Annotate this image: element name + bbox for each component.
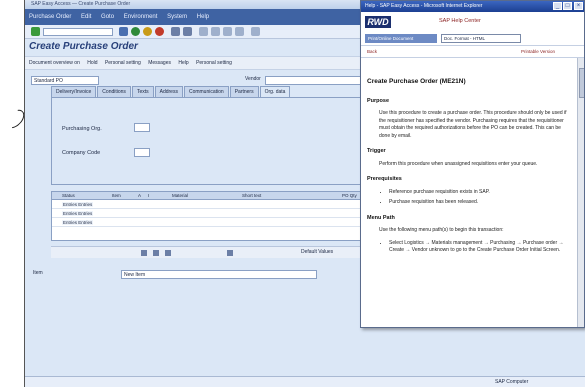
menu-system[interactable]: System bbox=[167, 14, 187, 20]
po-type-select[interactable]: Standard PO bbox=[31, 76, 99, 85]
select-all-icon[interactable] bbox=[141, 250, 147, 256]
vendor-label: Vendor bbox=[245, 76, 261, 82]
purpose-text: Use this procedure to create a purchase … bbox=[379, 110, 567, 139]
delete-icon[interactable] bbox=[165, 250, 171, 256]
tab-communication[interactable]: Communication bbox=[183, 86, 229, 97]
menu-path-text: Use the following menu path(s) to begin … bbox=[379, 227, 504, 233]
help-header: RWD SAP Help Center Print/Online Documen… bbox=[361, 12, 584, 46]
menu-edit[interactable]: Edit bbox=[81, 14, 91, 20]
find-icon[interactable] bbox=[183, 27, 192, 36]
tab-delivery-invoice[interactable]: Delivery/Invoice bbox=[51, 86, 97, 97]
close-icon[interactable]: × bbox=[574, 2, 583, 10]
copy-icon[interactable] bbox=[153, 250, 159, 256]
trigger-heading: Trigger bbox=[367, 148, 386, 154]
doc-format-select[interactable]: Doc. Format - HTML bbox=[441, 34, 521, 43]
purch-org-input[interactable] bbox=[134, 123, 150, 132]
personal-setting-button[interactable]: Personal setting bbox=[105, 60, 141, 66]
help-scrollbar[interactable] bbox=[577, 58, 584, 327]
tab-conditions[interactable]: Conditions bbox=[97, 86, 131, 97]
grid-toolbar: Default Values bbox=[51, 246, 368, 258]
save-icon[interactable] bbox=[119, 27, 128, 36]
menu-goto[interactable]: Goto bbox=[101, 14, 114, 20]
help-heading: Create Purchase Order (ME21N) bbox=[367, 78, 466, 85]
vendor-input[interactable] bbox=[265, 76, 375, 85]
help-titlebar: Help - SAP Easy Access - Microsoft Inter… bbox=[361, 1, 584, 12]
grid-header: Status Item A I Material Short text PO Q… bbox=[52, 192, 369, 200]
company-code-input[interactable] bbox=[134, 148, 150, 157]
table-row[interactable]: Entries Entries bbox=[52, 210, 369, 218]
filter-icon[interactable] bbox=[227, 250, 233, 256]
help-button[interactable]: Help bbox=[178, 60, 188, 66]
cancel-icon[interactable] bbox=[155, 27, 164, 36]
col-material[interactable]: Material bbox=[172, 193, 188, 198]
back-link[interactable]: Back bbox=[367, 46, 377, 57]
col-status[interactable]: Status bbox=[62, 193, 75, 198]
col-i[interactable]: I bbox=[148, 193, 149, 198]
personal-setting-button-2[interactable]: Personal setting bbox=[196, 60, 232, 66]
menu-help[interactable]: Help bbox=[197, 14, 209, 20]
back-icon[interactable] bbox=[131, 27, 140, 36]
tab-address[interactable]: Address bbox=[154, 86, 183, 97]
command-field[interactable] bbox=[43, 28, 113, 36]
status-system: SAP Computer bbox=[495, 379, 529, 385]
help-centre-title: SAP Help Center bbox=[439, 18, 481, 24]
col-a[interactable]: A bbox=[138, 193, 141, 198]
col-po-qty[interactable]: PO Qty bbox=[342, 193, 357, 198]
col-item[interactable]: Item bbox=[112, 193, 121, 198]
tab-org-data[interactable]: Org. data bbox=[259, 86, 291, 97]
org-data-panel: Purchasing Org. Company Code bbox=[51, 97, 368, 185]
help-content: Create Purchase Order (ME21N) Purpose Us… bbox=[361, 58, 577, 327]
col-short-text[interactable]: Short text bbox=[242, 193, 261, 198]
header-tabs: Delivery/Invoice Conditions Texts Address Co… bbox=[51, 86, 291, 97]
print-online-tab[interactable]: Print/Online Document bbox=[365, 34, 437, 43]
maximize-icon[interactable]: □ bbox=[563, 2, 572, 10]
item-overview-grid: Status Item A I Material Short text PO Q… bbox=[51, 191, 369, 241]
trigger-text: Perform this procedure when unassigned r… bbox=[379, 160, 538, 167]
prerequisites-heading: Prerequisites bbox=[367, 176, 402, 182]
statusbar: SAP Computer bbox=[25, 376, 585, 387]
help-window: Help - SAP Easy Access - Microsoft Inter… bbox=[360, 0, 585, 328]
menu-environment[interactable]: Environment bbox=[124, 14, 158, 20]
page-title: Create Purchase Order bbox=[29, 41, 138, 52]
menu-purchase-order[interactable]: Purchase Order bbox=[29, 14, 71, 20]
prerequisite-item: Purchase requisition has been released. bbox=[389, 199, 571, 207]
row-status: Entries Entries bbox=[62, 202, 94, 207]
rwd-logo: RWD bbox=[365, 16, 391, 28]
table-row[interactable]: Entries Entries bbox=[52, 219, 369, 227]
tab-texts[interactable]: Texts bbox=[131, 86, 154, 97]
messages-button[interactable]: Messages bbox=[148, 60, 171, 66]
menu-path-item: Select Logistics → Materials management … bbox=[389, 240, 571, 255]
company-code-label: Company Code bbox=[62, 150, 101, 156]
tab-partners[interactable]: Partners bbox=[229, 86, 259, 97]
next-page-icon[interactable] bbox=[223, 27, 232, 36]
default-values-button[interactable]: Default Values bbox=[301, 247, 333, 258]
purpose-heading: Purpose bbox=[367, 97, 390, 104]
table-row[interactable]: Entries Entries bbox=[52, 201, 369, 209]
row-status: Entries Entries bbox=[62, 211, 94, 216]
help-links: Back Printable Version bbox=[361, 46, 584, 58]
enter-icon[interactable] bbox=[31, 27, 40, 36]
scroll-thumb[interactable] bbox=[579, 68, 584, 98]
menu-path-heading: Menu Path bbox=[367, 214, 395, 221]
item-label: Item bbox=[33, 270, 43, 276]
last-page-icon[interactable] bbox=[235, 27, 244, 36]
row-status: Entries Entries bbox=[62, 220, 94, 225]
prev-page-icon[interactable] bbox=[211, 27, 220, 36]
exit-icon[interactable] bbox=[143, 27, 152, 36]
session-icon[interactable] bbox=[251, 27, 260, 36]
doc-overview-button[interactable]: Document overview on bbox=[29, 60, 80, 66]
purch-org-label: Purchasing Org. bbox=[62, 126, 102, 132]
minimize-icon[interactable]: _ bbox=[553, 2, 562, 10]
first-page-icon[interactable] bbox=[199, 27, 208, 36]
hold-button[interactable]: Hold bbox=[87, 60, 97, 66]
prerequisite-item: Reference purchase requisition exists in… bbox=[389, 189, 571, 197]
print-icon[interactable] bbox=[171, 27, 180, 36]
printable-version-link[interactable]: Printable Version bbox=[521, 46, 555, 57]
item-select[interactable]: New Item bbox=[121, 270, 317, 279]
